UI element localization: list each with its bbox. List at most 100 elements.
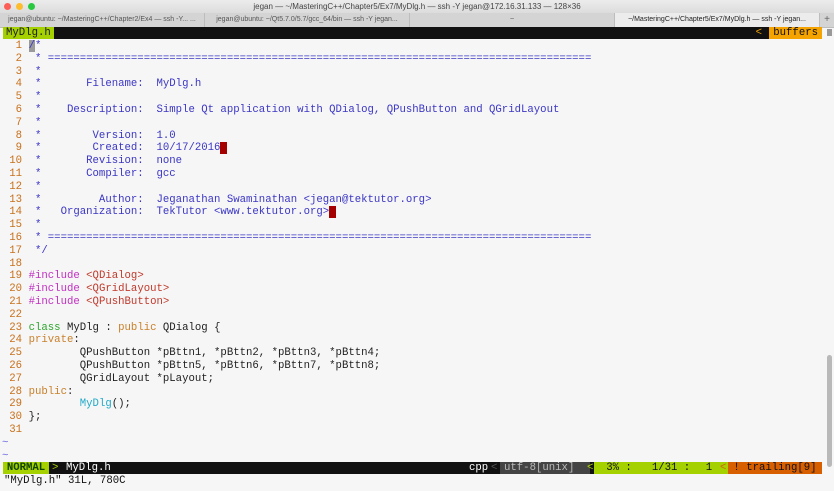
line-number: 5: [15, 91, 22, 104]
command-line[interactable]: "MyDlg.h" 31L, 780C: [4, 475, 126, 488]
line-number: 8: [15, 129, 22, 142]
status-filetype: cpp: [469, 462, 489, 474]
code-token: * Compiler: gcc: [28, 167, 176, 180]
code-token: QPushButton *pBttn5, *pBttn6, *pBttn7, *…: [28, 359, 381, 372]
code-token: * Organization: TekTutor <www.tektutor.o…: [28, 206, 330, 219]
line-number: 12: [9, 180, 22, 193]
scrollbar[interactable]: [826, 40, 832, 470]
code-line: 28 public:: [3, 386, 822, 399]
line-number: 14: [9, 206, 22, 219]
code-token: QGridLayout *pLayout;: [28, 372, 215, 385]
code-token: *: [28, 65, 42, 78]
code-line: 31: [3, 424, 822, 437]
code-token: * Filename: MyDlg.h: [28, 78, 202, 91]
line-number: 10: [9, 155, 22, 168]
code-token: *: [28, 91, 42, 104]
trailing-whitespace-marker: [220, 142, 227, 155]
new-tab-button[interactable]: +: [820, 13, 834, 27]
code-token: * Description: Simple Qt application wit…: [28, 103, 560, 116]
code-line: 4 * Filename: MyDlg.h: [3, 78, 822, 91]
code-line: 1/*: [3, 40, 822, 53]
code-line: 14 * Organization: TekTutor <www.tektuto…: [3, 206, 822, 219]
code-token: ();: [111, 398, 131, 411]
code-token: #include: [28, 270, 87, 283]
line-number: 3: [15, 65, 22, 78]
tab-home[interactable]: ~: [410, 13, 615, 27]
code-token: MyDlg :: [66, 321, 119, 334]
code-line: 27 QGridLayout *pLayout;: [3, 373, 822, 386]
status-position: 1/31 :: [644, 462, 698, 474]
code-token: * ======================================…: [28, 231, 592, 244]
code-line: 25 QPushButton *pBttn1, *pBttn2, *pBttn3…: [3, 347, 822, 360]
code-token: */: [28, 244, 48, 257]
zoom-button[interactable]: [28, 3, 35, 10]
code-token: #include: [28, 295, 87, 308]
tab-chapter2[interactable]: jegan@ubuntu: ~/MasteringC++/Chapter2/Ex…: [0, 13, 205, 27]
code-line: 12 *: [3, 181, 822, 194]
minimize-button[interactable]: [16, 3, 23, 10]
code-line: 5 *: [3, 91, 822, 104]
code-line: 21 #include <QPushButton>: [3, 296, 822, 309]
line-number: 6: [15, 103, 22, 116]
code-line: 24 private:: [3, 334, 822, 347]
code-editor[interactable]: 1/* 2 * =================================…: [2, 40, 822, 462]
code-line: 11 * Compiler: gcc: [3, 168, 822, 181]
code-token: *: [28, 219, 42, 232]
code-token: class: [28, 321, 67, 334]
code-line: 15 *: [3, 219, 822, 232]
code-token: * ======================================…: [28, 52, 592, 65]
status-encoding: utf-8[unix]: [500, 462, 590, 474]
status-sep: >: [52, 462, 59, 474]
line-number: 15: [9, 219, 22, 232]
status-filename: MyDlg.h: [66, 462, 111, 474]
code-token: :: [66, 385, 74, 398]
code-line: 29 MyDlg();: [3, 398, 822, 411]
line-number: 4: [15, 78, 22, 91]
line-number: 18: [9, 257, 22, 270]
scrollbar-top-marker: [827, 29, 832, 36]
empty-line-tilde: ~: [2, 449, 9, 462]
line-number: 2: [15, 52, 22, 65]
trailing-whitespace-marker: [329, 206, 336, 219]
status-sep: <: [720, 462, 728, 474]
code-line: 13 * Author: Jeganathan Swaminathan <jeg…: [3, 194, 822, 207]
buffer-tab[interactable]: MyDlg.h: [3, 27, 54, 39]
scrollbar-thumb[interactable]: [827, 355, 832, 467]
code-token: :: [73, 334, 80, 347]
trailing-warning: ! trailing[9]: [728, 462, 822, 474]
close-button[interactable]: [4, 3, 11, 10]
line-number: 21: [9, 295, 22, 308]
line-number: 31: [9, 423, 22, 436]
line-number: 13: [9, 193, 22, 206]
code-line: 20 #include <QGridLayout>: [3, 283, 822, 296]
line-number: 7: [15, 116, 22, 129]
line-number: 24: [9, 334, 22, 347]
window-controls: [4, 3, 35, 10]
code-line: 17 */: [3, 245, 822, 258]
code-token: public: [28, 385, 67, 398]
window-title: jegan — ~/MasteringC++/Chapter5/Ex7/MyDl…: [253, 2, 581, 11]
line-number: 17: [9, 244, 22, 257]
line-number: 25: [9, 347, 22, 360]
code-line: 6 * Description: Simple Qt application w…: [3, 104, 822, 117]
terminal-tabs: jegan@ubuntu: ~/MasteringC++/Chapter2/Ex…: [0, 13, 834, 28]
code-line: 23 class MyDlg : public QDialog {: [3, 322, 822, 335]
line-number: 9: [15, 142, 22, 155]
code-line: 16 * ===================================…: [3, 232, 822, 245]
line-number: 29: [9, 398, 22, 411]
tab-qt-bin[interactable]: jegan@ubuntu: ~/Qt5.7.0/5.7/gcc_64/bin —…: [205, 13, 410, 27]
code-line: 8 * Version: 1.0: [3, 130, 822, 143]
code-token: <QGridLayout>: [86, 283, 170, 296]
code-line: 10 * Revision: none: [3, 155, 822, 168]
code-line: 7 *: [3, 117, 822, 130]
line-number: 30: [9, 411, 22, 424]
code-line: 19 #include <QDialog>: [3, 270, 822, 283]
status-sep: <: [491, 462, 498, 474]
code-token: private: [28, 334, 74, 347]
code-line: 26 QPushButton *pBttn5, *pBttn6, *pBttn7…: [3, 360, 822, 373]
code-line: 3 *: [3, 66, 822, 79]
code-token: <QPushButton>: [86, 295, 170, 308]
tab-mydlg[interactable]: ~/MasteringC++/Chapter5/Ex7/MyDlg.h — ss…: [615, 13, 820, 27]
code-line: 2 * ====================================…: [3, 53, 822, 66]
code-token: MyDlg: [79, 398, 112, 411]
